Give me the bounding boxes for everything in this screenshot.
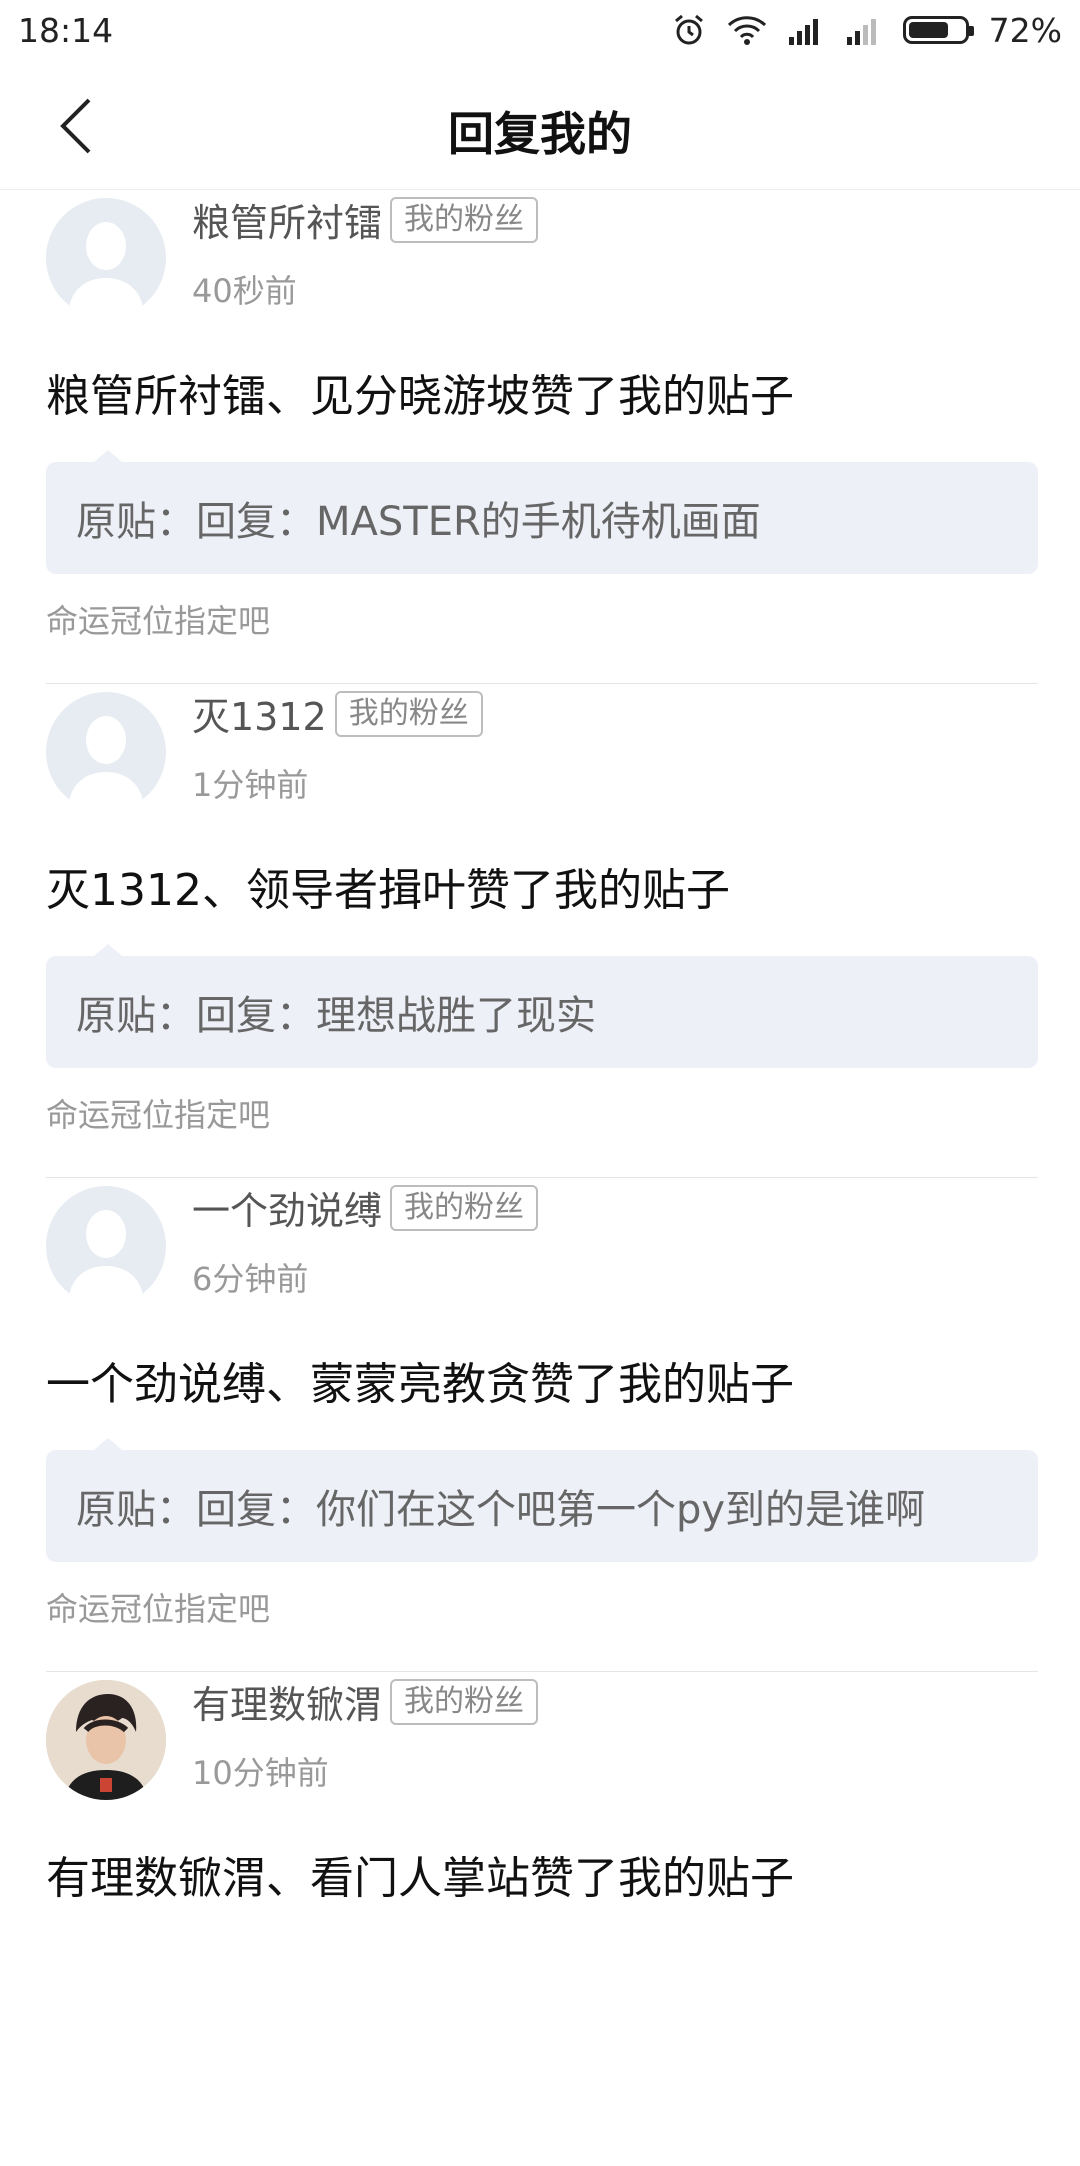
fan-badge: 我的粉丝 — [390, 1678, 539, 1725]
name-row: 粮管所衬镭 我的粉丝 — [192, 192, 539, 247]
username[interactable]: 一个劲说缚 — [192, 1180, 382, 1235]
avatar[interactable] — [46, 1186, 166, 1306]
signal-icon — [787, 15, 825, 45]
fan-badge: 我的粉丝 — [334, 690, 483, 737]
signal-icon — [845, 15, 883, 45]
name-row: 有理数锨渭 我的粉丝 — [192, 1674, 539, 1729]
username[interactable]: 灭1312 — [192, 686, 327, 741]
notification-text[interactable]: 粮管所衬镭、见分晓游坡赞了我的贴子 — [46, 360, 794, 424]
status-time: 18:14 — [18, 10, 114, 50]
wifi-icon — [727, 14, 767, 46]
avatar[interactable] — [46, 198, 166, 318]
forum-name[interactable]: 命运冠位指定吧 — [46, 1090, 270, 1136]
status-icons: 72% — [671, 11, 1062, 50]
notification-list[interactable]: 粮管所衬镭 我的粉丝 40秒前 粮管所衬镭、见分晓游坡赞了我的贴子 原贴：回复：… — [0, 190, 1080, 2166]
fan-badge: 我的粉丝 — [390, 1184, 539, 1231]
default-avatar-icon — [68, 222, 144, 318]
default-avatar-icon — [68, 1210, 144, 1306]
battery-percent: 72% — [988, 10, 1062, 50]
timestamp: 40秒前 — [192, 272, 297, 310]
battery-icon — [902, 16, 974, 44]
timestamp: 1分钟前 — [192, 766, 309, 804]
default-avatar-icon — [68, 716, 144, 812]
notification-text[interactable]: 一个劲说缚、蒙蒙亮教贪赞了我的贴子 — [46, 1348, 794, 1412]
forum-name[interactable]: 命运冠位指定吧 — [46, 596, 270, 642]
timestamp: 10分钟前 — [192, 1754, 329, 1792]
header-bar: 回复我的 — [0, 60, 1080, 190]
original-post-quote[interactable]: 原贴：回复：你们在这个吧第一个py到的是谁啊 — [46, 1438, 1038, 1562]
list-item[interactable]: 一个劲说缚 我的粉丝 6分钟前 一个劲说缚、蒙蒙亮教贪赞了我的贴子 原贴：回复：… — [0, 1178, 1080, 1672]
name-row: 一个劲说缚 我的粉丝 — [192, 1180, 539, 1235]
status-bar: 18:14 72% — [0, 0, 1080, 60]
original-post-quote[interactable]: 原贴：回复：理想战胜了现实 — [46, 944, 1038, 1068]
notification-text[interactable]: 灭1312、领导者揖叶赞了我的贴子 — [46, 854, 730, 918]
page-title: 回复我的 — [448, 107, 632, 161]
alarm-icon — [671, 12, 707, 48]
original-post-quote[interactable]: 原贴：回复：MASTER的手机待机画面 — [46, 450, 1038, 574]
photo-avatar — [46, 1680, 166, 1800]
list-item[interactable]: 有理数锨渭 我的粉丝 10分钟前 有理数锨渭、看门人掌站赞了我的贴子 — [0, 1672, 1080, 2166]
list-item[interactable]: 灭1312 我的粉丝 1分钟前 灭1312、领导者揖叶赞了我的贴子 原贴：回复：… — [0, 684, 1080, 1178]
forum-name[interactable]: 命运冠位指定吧 — [46, 1584, 270, 1630]
username[interactable]: 粮管所衬镭 — [192, 192, 382, 247]
name-row: 灭1312 我的粉丝 — [192, 686, 483, 741]
fan-badge: 我的粉丝 — [390, 196, 539, 243]
notification-text[interactable]: 有理数锨渭、看门人掌站赞了我的贴子 — [46, 1842, 794, 1906]
list-item[interactable]: 粮管所衬镭 我的粉丝 40秒前 粮管所衬镭、见分晓游坡赞了我的贴子 原贴：回复：… — [0, 190, 1080, 684]
avatar[interactable] — [46, 1680, 166, 1800]
timestamp: 6分钟前 — [192, 1260, 309, 1298]
avatar[interactable] — [46, 692, 166, 812]
username[interactable]: 有理数锨渭 — [192, 1674, 382, 1729]
